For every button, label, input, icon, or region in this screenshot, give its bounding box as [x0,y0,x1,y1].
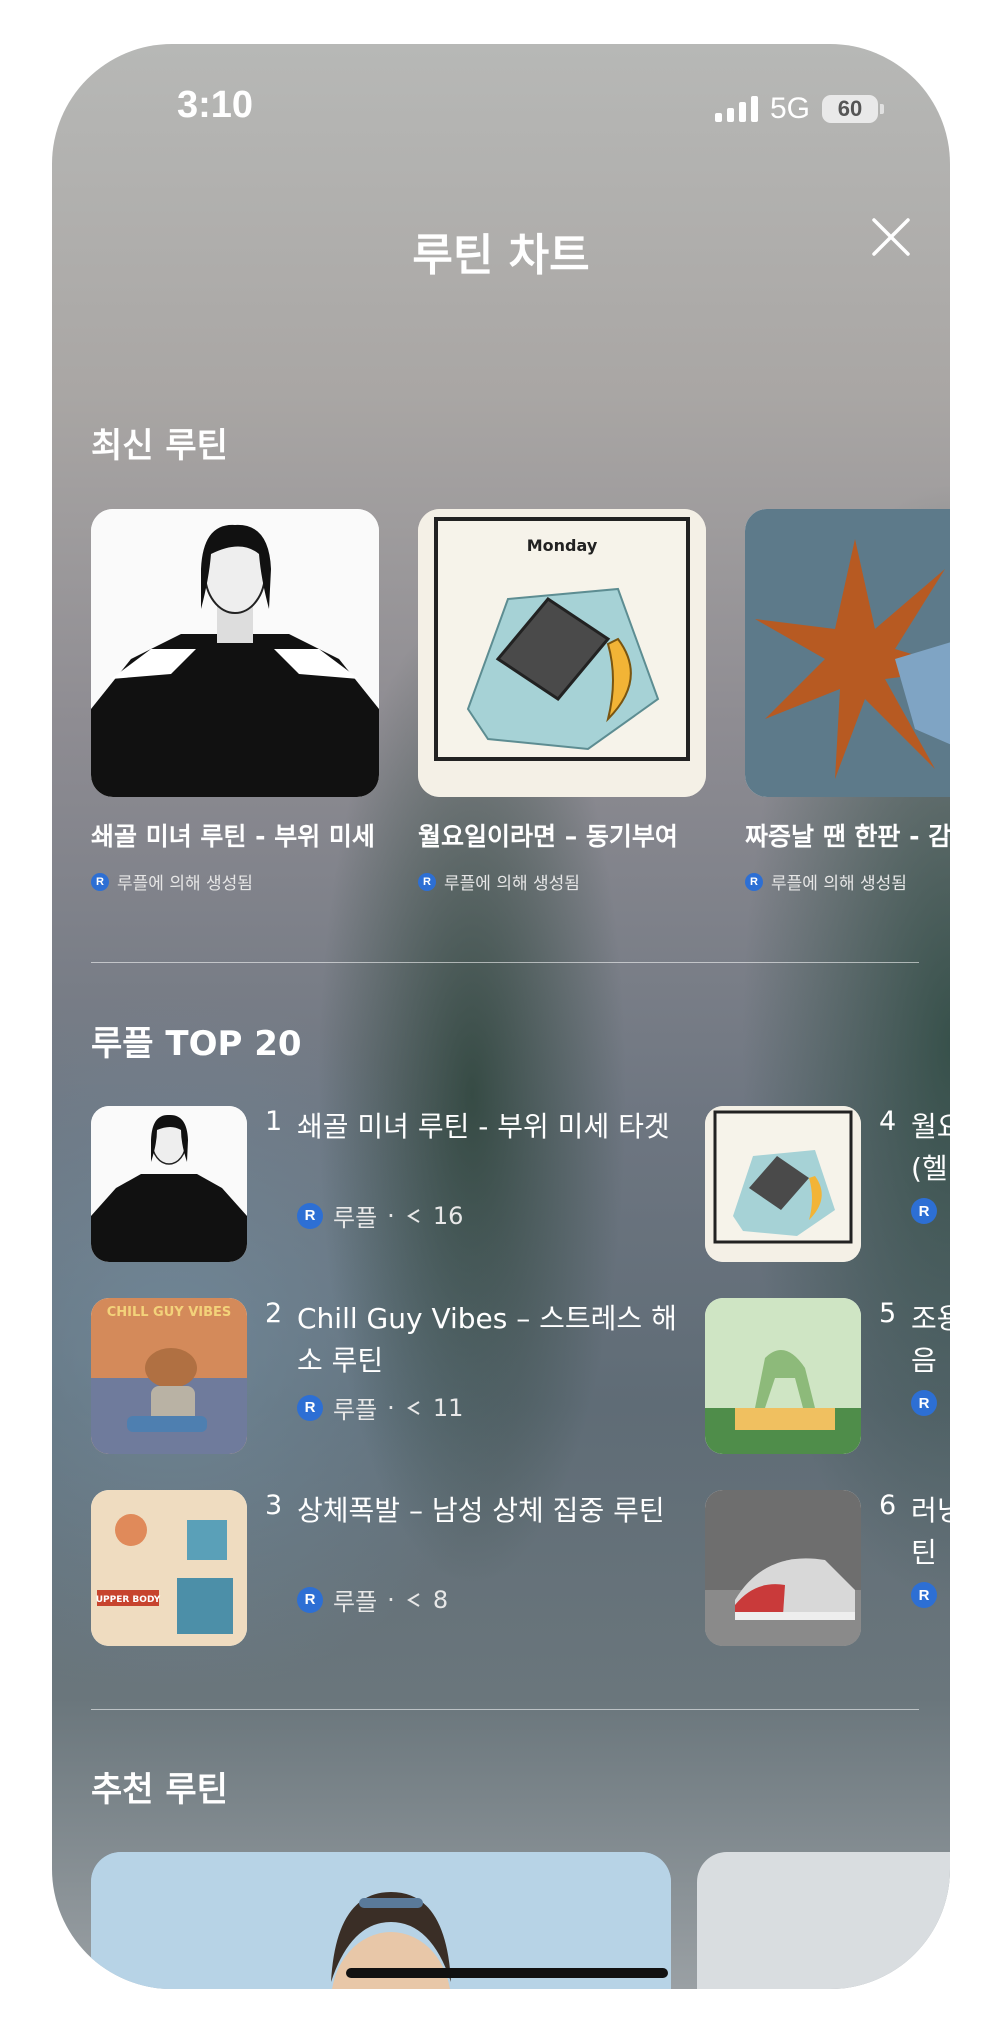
top20-author: 루플 [333,1204,378,1232]
top20-rank: 5 [879,1298,897,1329]
top20-rank: 2 [265,1298,283,1329]
latest-carousel[interactable]: 쇄골 미녀 루틴 - 부위 미세 R 루플에 의해 생성됨 Monday 월요일… [91,509,950,894]
signal-icon [714,96,758,122]
status-time: 3:10 [177,84,254,126]
home-indicator[interactable] [346,1968,668,1978]
top20-author: 루플 [333,1396,378,1424]
top20-item-image [91,1106,247,1262]
ruple-logo-icon: R [91,872,109,891]
app-screen: 3:10 5G 60 루틴 차트 최신 루틴 쇄골 미녀 루틴 - 부위 미세 … [52,44,950,1989]
latest-card-title: 쇄골 미녀 루틴 - 부위 미세 [91,822,375,851]
image-label: CHILL GUY VIBES [107,1305,232,1320]
latest-card-title: 짜증날 땐 한판 - 감 [745,822,950,851]
top20-item-image [705,1490,861,1646]
top20-title: 상체폭발 – 남성 상체 집중 루틴 [297,1494,665,1527]
latest-card[interactable]: 쇄골 미녀 루틴 - 부위 미세 R 루플에 의해 생성됨 [91,509,379,894]
battery-icon: 60 [822,95,884,123]
top20-title: 월요 [911,1110,950,1143]
recommended-card[interactable] [697,1852,950,1989]
top20-item[interactable]: CHILL GUY VIBES 2 Chill Guy Vibes – 스트레스… [91,1298,691,1454]
top20-title: Chill Guy Vibes – 스트레스 해소 루틴 [297,1302,677,1377]
ruple-logo-icon: R [911,1198,937,1224]
top20-title: 쇄골 미녀 루틴 - 부위 미세 타겟 [297,1110,670,1143]
ruple-logo-icon: R [418,872,436,891]
share-icon [406,1592,420,1607]
top20-title-line2: 음 [911,1344,937,1377]
network-type: 5G [769,92,810,125]
latest-card-image [745,509,950,797]
latest-card-creator: 루플에 의해 생성됨 [771,874,907,894]
latest-card-title: 월요일이라면 – 동기부여 [418,822,678,851]
top20-item[interactable]: 5 조용 음 R [705,1298,950,1454]
top20-item-image: CHILL GUY VIBES [91,1298,247,1454]
top20-title: 러닝 [911,1494,950,1527]
top20-section-title: 루플 TOP 20 [91,1024,302,1064]
top20-item[interactable]: 4 월요 (헬 R [705,1106,950,1262]
top20-rank: 6 [879,1490,897,1521]
top20-item-image: UPPER BODY [91,1490,247,1646]
latest-section-title: 최신 루틴 [91,426,228,466]
latest-card[interactable]: Monday 월요일이라면 – 동기부여 R 루플에 의해 생성됨 [418,509,706,894]
top20-item[interactable]: 6 러닝 틴 R [705,1490,950,1646]
ruple-logo-icon: R [911,1582,937,1608]
ruple-logo-icon: R [297,1394,323,1421]
top20-rank: 1 [265,1106,283,1137]
latest-card-image [91,509,379,797]
ruple-logo-icon: R [297,1202,323,1229]
latest-card-creator: 루플에 의해 생성됨 [444,874,580,894]
ruple-logo-icon: R [911,1390,937,1416]
top20-rank: 4 [879,1106,897,1137]
share-icon [406,1208,420,1223]
top20-item[interactable]: UPPER BODY 3 상체폭발 – 남성 상체 집중 루틴 R 루플 · 8 [91,1490,691,1646]
divider [91,1709,919,1710]
latest-card[interactable]: 짜증날 땐 한판 - 감 R 루플에 의해 생성됨 [745,509,950,894]
page-title: 루틴 차트 [412,230,590,281]
close-icon[interactable] [866,212,916,262]
top20-title-line2: (헬 [911,1152,948,1185]
top20-item-image [705,1298,861,1454]
top20-item-image [705,1106,861,1262]
recommended-section-title: 추천 루틴 [91,1770,228,1810]
latest-card-image: Monday [418,509,706,797]
ruple-logo-icon: R [297,1586,323,1613]
top20-title: 조용 [911,1302,950,1335]
image-label: Monday [527,536,598,555]
top20-item[interactable]: 1 쇄골 미녀 루틴 - 부위 미세 타겟 R 루플 · 16 [91,1106,691,1262]
ruple-logo-icon: R [745,872,763,891]
top20-title-line2: 틴 [911,1536,937,1569]
image-label: UPPER BODY [96,1595,161,1605]
top20-rank: 3 [265,1490,283,1521]
status-bar-right: 5G 60 [714,92,884,126]
top20-author: 루플 [333,1588,378,1616]
top20-share-count: 8 [432,1585,449,1614]
top20-share-count: 16 [432,1201,464,1230]
latest-card-creator: 루플에 의해 생성됨 [117,874,253,894]
top20-share-count: 11 [432,1393,464,1422]
share-icon [406,1400,420,1415]
divider [91,962,919,963]
